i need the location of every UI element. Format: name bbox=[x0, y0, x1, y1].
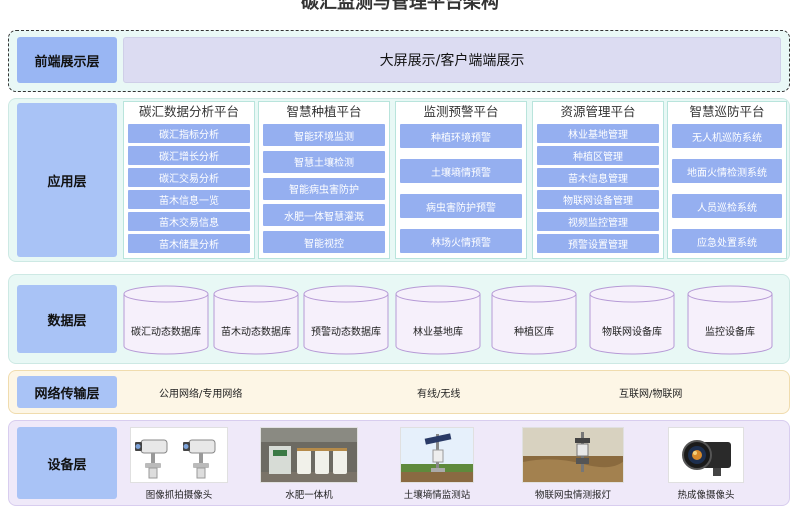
database-label: 种植区库 bbox=[514, 327, 554, 338]
camera-pair-icon bbox=[130, 427, 228, 483]
platform-title: 碳汇数据分析平台 bbox=[138, 104, 239, 119]
platform-item: 水肥一体智慧灌溉 bbox=[263, 204, 385, 227]
device-item: 水肥一体机 bbox=[259, 427, 359, 501]
database-icon bbox=[395, 285, 481, 355]
platform-item: 物联网设备管理 bbox=[537, 190, 659, 209]
platform-item: 碳汇指标分析 bbox=[128, 124, 250, 143]
device-item: 土壤墒情监测站 bbox=[399, 427, 475, 501]
platform-item: 苗木信息一览 bbox=[128, 190, 250, 209]
network-item: 互联网/物联网 bbox=[619, 389, 683, 400]
database-cylinder: 物联网设备库 bbox=[589, 285, 675, 355]
layer-label-app: 应用层 bbox=[17, 103, 117, 257]
network-item: 有线/无线 bbox=[417, 389, 461, 400]
thermal-camera-icon bbox=[668, 427, 744, 483]
platform-item: 病虫害防护预警 bbox=[400, 194, 522, 218]
database-icon bbox=[589, 285, 675, 355]
layer-label-device: 设备层 bbox=[17, 427, 117, 499]
database-label: 林业基地库 bbox=[413, 327, 463, 338]
database-cylinder: 林业基地库 bbox=[395, 285, 481, 355]
database-icon bbox=[491, 285, 577, 355]
platform-item: 无人机巡防系统 bbox=[672, 124, 782, 148]
layer-label-data: 数据层 bbox=[17, 285, 117, 353]
platform-item: 苗木信息管理 bbox=[537, 168, 659, 187]
device-item: 热成像摄像头 bbox=[667, 427, 745, 501]
layer-label-network: 网络传输层 bbox=[17, 376, 117, 408]
application-layer: 应用层 碳汇数据分析平台 碳汇指标分析 碳汇增长分析 碳汇交易分析 苗木信息一览… bbox=[8, 98, 790, 262]
database-cylinder: 苗木动态数据库 bbox=[213, 285, 299, 355]
database-label: 物联网设备库 bbox=[602, 327, 662, 338]
database-icon bbox=[687, 285, 773, 355]
platform-item: 种植区管理 bbox=[537, 146, 659, 165]
platform-item: 智能病虫害防护 bbox=[263, 177, 385, 200]
network-item: 公用网络/专用网络 bbox=[159, 389, 243, 400]
platform-monitoring-warning: 监测预警平台 种植环境预警 土壤墒情预警 病虫害防护预警 林场火情预警 bbox=[395, 101, 527, 259]
database-icon bbox=[123, 285, 209, 355]
soil-station-icon bbox=[400, 427, 474, 483]
database-cylinder: 监控设备库 bbox=[687, 285, 773, 355]
platform-resource-management: 资源管理平台 林业基地管理 种植区管理 苗木信息管理 物联网设备管理 视频监控管… bbox=[532, 101, 664, 259]
database-cylinder: 预警动态数据库 bbox=[303, 285, 389, 355]
device-label: 图像抓拍摄像头 bbox=[145, 490, 213, 501]
platform-item: 碳汇增长分析 bbox=[128, 146, 250, 165]
page-title: 碳汇监测与管理平台架构 bbox=[301, 0, 499, 13]
platform-item: 林业基地管理 bbox=[537, 124, 659, 143]
platform-carbon-analysis: 碳汇数据分析平台 碳汇指标分析 碳汇增长分析 碳汇交易分析 苗木信息一览 苗木交… bbox=[123, 101, 255, 259]
platform-item: 碳汇交易分析 bbox=[128, 168, 250, 187]
database-cylinder: 碳汇动态数据库 bbox=[123, 285, 209, 355]
platform-item: 人员巡检系统 bbox=[672, 194, 782, 218]
platform-item: 预警设置管理 bbox=[537, 234, 659, 253]
layer-label-front: 前端展示层 bbox=[17, 37, 117, 83]
database-cylinder: 种植区库 bbox=[491, 285, 577, 355]
database-label: 碳汇动态数据库 bbox=[131, 327, 201, 338]
database-icon bbox=[303, 285, 389, 355]
pest-lamp-icon bbox=[522, 427, 624, 483]
device-item: 物联网虫情测报灯 bbox=[521, 427, 625, 501]
device-label: 热成像摄像头 bbox=[677, 490, 735, 501]
platform-item: 林场火情预警 bbox=[400, 229, 522, 253]
platform-item: 苗木交易信息 bbox=[128, 212, 250, 231]
front-display-content: 大屏展示/客户端端展示 bbox=[123, 37, 781, 83]
platform-item: 地面火情检测系统 bbox=[672, 159, 782, 183]
platform-title: 资源管理平台 bbox=[560, 104, 636, 119]
database-label: 苗木动态数据库 bbox=[221, 327, 291, 338]
platform-item: 智能环境监测 bbox=[263, 124, 385, 146]
platform-smart-planting: 智慧种植平台 智能环境监测 智慧土壤检测 智能病虫害防护 水肥一体智慧灌溉 智能… bbox=[258, 101, 390, 259]
platform-item: 土壤墒情预警 bbox=[400, 159, 522, 183]
database-label: 监控设备库 bbox=[705, 327, 755, 338]
device-label: 土壤墒情监测站 bbox=[403, 490, 471, 501]
database-label: 预警动态数据库 bbox=[311, 327, 381, 338]
platform-item: 应急处置系统 bbox=[672, 229, 782, 253]
irrigation-machine-icon bbox=[260, 427, 358, 483]
platform-title: 智慧种植平台 bbox=[286, 104, 362, 119]
platform-title: 监测预警平台 bbox=[423, 104, 499, 119]
platform-item: 苗木储量分析 bbox=[128, 234, 250, 253]
platform-item: 种植环境预警 bbox=[400, 124, 522, 148]
platform-item: 智能视控 bbox=[263, 231, 385, 253]
platform-item: 智慧土壤检测 bbox=[263, 150, 385, 173]
platform-smart-patrol: 智慧巡防平台 无人机巡防系统 地面火情检测系统 人员巡检系统 应急处置系统 bbox=[667, 101, 787, 259]
device-item: 图像抓拍摄像头 bbox=[129, 427, 229, 501]
data-layer: 数据层 碳汇动态数据库 苗木动态数据库 预警动态数据库 林业基地库 种植区库 物… bbox=[8, 274, 790, 364]
database-icon bbox=[213, 285, 299, 355]
platform-item: 视频监控管理 bbox=[537, 212, 659, 231]
network-layer: 网络传输层 公用网络/专用网络 有线/无线 互联网/物联网 bbox=[8, 370, 790, 414]
device-label: 物联网虫情测报灯 bbox=[534, 490, 611, 501]
device-label: 水肥一体机 bbox=[285, 490, 333, 501]
device-layer: 设备层 图像抓拍摄像头 水肥一体机 土壤墒情监测站 物联网虫情测报灯 热成像摄像… bbox=[8, 420, 790, 506]
front-display-layer: 前端展示层 大屏展示/客户端端展示 bbox=[8, 30, 790, 92]
platform-title: 智慧巡防平台 bbox=[689, 104, 765, 119]
